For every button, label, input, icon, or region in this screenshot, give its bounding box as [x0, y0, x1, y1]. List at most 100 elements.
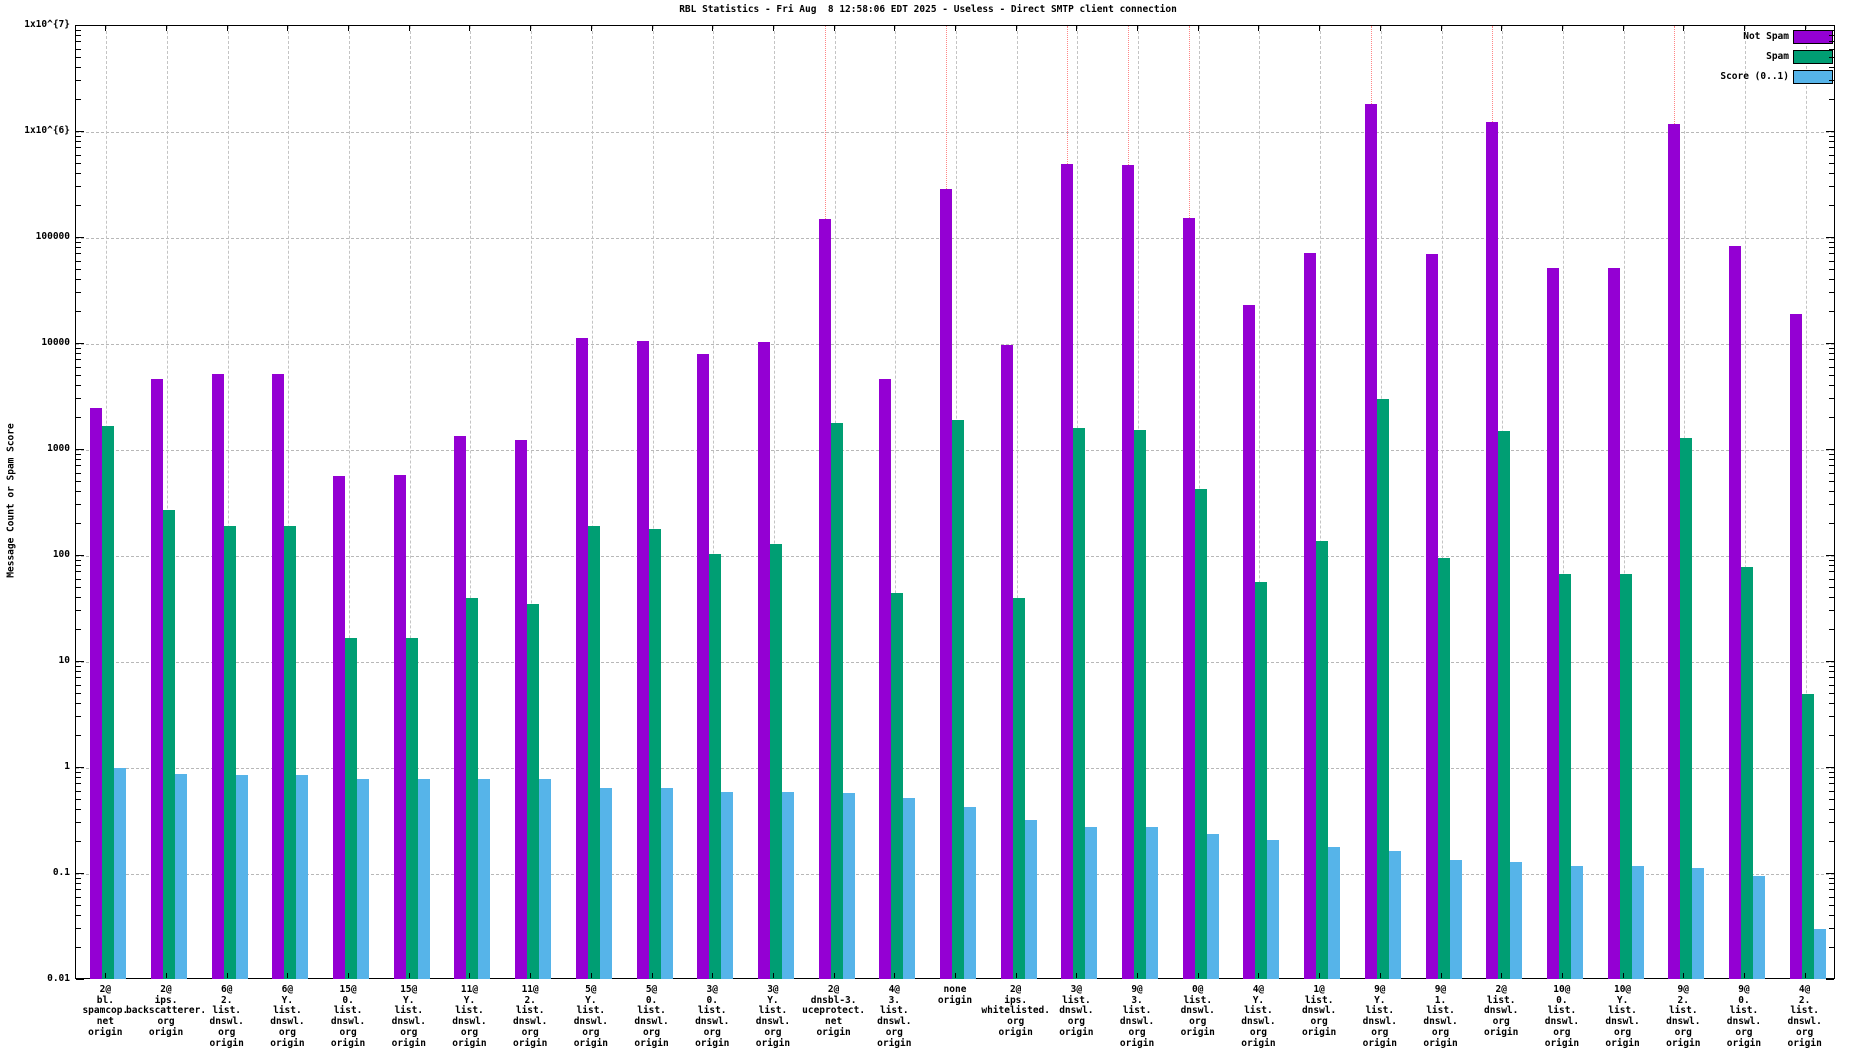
axis-tick	[773, 26, 774, 31]
axis-tick	[76, 587, 81, 588]
tall-bar-stem	[825, 26, 826, 219]
axis-tick	[1829, 841, 1834, 842]
axis-tick	[712, 26, 713, 31]
axis-tick	[76, 242, 81, 243]
bar-score	[175, 774, 187, 979]
bar-score	[296, 775, 308, 979]
axis-tick	[1829, 685, 1834, 686]
axis-tick	[76, 799, 81, 800]
bar-not-spam	[758, 342, 770, 979]
axis-tick	[76, 915, 81, 916]
axis-tick	[76, 947, 81, 948]
axis-tick	[76, 49, 81, 50]
axis-tick	[1562, 26, 1563, 31]
axis-tick	[1829, 292, 1834, 293]
bar-spam	[588, 526, 600, 979]
axis-tick	[1829, 242, 1834, 243]
tall-bar-stem	[1492, 26, 1493, 122]
axis-tick	[1380, 973, 1381, 978]
axis-tick	[76, 359, 81, 360]
axis-tick	[76, 716, 81, 717]
legend-item-score-0-1-: Score (0..1)	[1673, 70, 1833, 83]
bar-spam	[1498, 431, 1510, 979]
bar-spam	[1438, 558, 1450, 979]
bar-score	[236, 775, 248, 979]
axis-tick	[1829, 610, 1834, 611]
axis-tick	[1829, 799, 1834, 800]
axis-tick	[1076, 973, 1077, 978]
axis-tick	[1829, 928, 1834, 929]
axis-tick	[76, 772, 81, 773]
axis-tick	[76, 491, 81, 492]
bar-score	[357, 779, 369, 979]
bar-spam	[770, 544, 782, 979]
axis-tick	[1076, 26, 1077, 31]
bar-not-spam	[819, 219, 831, 979]
bar-not-spam	[1304, 253, 1316, 979]
axis-tick	[76, 99, 81, 100]
axis-tick	[1826, 449, 1834, 450]
y-axis-label: Message Count or Spam Score	[6, 386, 17, 616]
legend-swatch	[1793, 30, 1833, 44]
axis-tick	[76, 905, 81, 906]
bar-score	[721, 792, 733, 979]
axis-tick	[1829, 147, 1834, 148]
axis-tick	[1829, 735, 1834, 736]
axis-tick	[894, 973, 895, 978]
axis-tick	[530, 973, 531, 978]
axis-tick	[76, 417, 81, 418]
axis-tick	[1829, 353, 1834, 354]
bar-score	[1510, 862, 1522, 979]
legend-swatch	[1793, 50, 1833, 64]
axis-tick	[469, 973, 470, 978]
axis-tick	[1829, 417, 1834, 418]
axis-tick	[1829, 465, 1834, 466]
y-tick-label: 0.1	[0, 868, 70, 878]
y-tick-label: 0.01	[0, 974, 70, 984]
bar-not-spam	[90, 408, 102, 979]
axis-tick	[76, 398, 81, 399]
axis-tick	[1829, 279, 1834, 280]
bar-not-spam	[272, 374, 284, 979]
y-tick-label: 1x10^{6}	[0, 126, 70, 136]
axis-tick	[1441, 973, 1442, 978]
bar-score	[1450, 860, 1462, 979]
axis-tick	[1829, 481, 1834, 482]
axis-tick	[76, 454, 81, 455]
chart-title: RBL Statistics - Fri Aug 8 12:58:06 EDT …	[0, 4, 1856, 15]
axis-tick	[1829, 205, 1834, 206]
rbl-statistics-chart: RBL Statistics - Fri Aug 8 12:58:06 EDT …	[0, 0, 1856, 1044]
bar-score	[1025, 820, 1037, 979]
axis-tick	[1829, 889, 1834, 890]
axis-tick	[76, 449, 84, 450]
axis-tick	[1829, 579, 1834, 580]
bar-not-spam	[637, 341, 649, 979]
bar-not-spam	[1243, 305, 1255, 979]
axis-tick	[76, 873, 84, 874]
axis-tick	[409, 973, 410, 978]
bar-not-spam	[151, 379, 163, 979]
axis-tick	[1319, 26, 1320, 31]
axis-tick	[76, 504, 81, 505]
axis-tick	[1829, 883, 1834, 884]
axis-tick	[894, 26, 895, 31]
axis-tick	[1829, 375, 1834, 376]
axis-tick	[76, 247, 81, 248]
axis-tick	[1829, 67, 1834, 68]
bar-not-spam	[1729, 246, 1741, 979]
bar-score	[903, 798, 915, 979]
tall-bar-stem	[1128, 26, 1129, 165]
axis-tick	[76, 481, 81, 482]
axis-tick	[76, 560, 81, 561]
bar-not-spam	[1668, 124, 1680, 979]
axis-tick	[76, 186, 81, 187]
bar-spam	[1316, 541, 1328, 979]
axis-tick	[1829, 777, 1834, 778]
bar-spam	[1620, 574, 1632, 979]
axis-tick	[1805, 26, 1806, 31]
axis-tick	[1829, 671, 1834, 672]
axis-tick	[76, 136, 81, 137]
axis-tick	[76, 677, 81, 678]
bar-spam	[1377, 399, 1389, 979]
y-tick-label: 10000	[0, 338, 70, 348]
